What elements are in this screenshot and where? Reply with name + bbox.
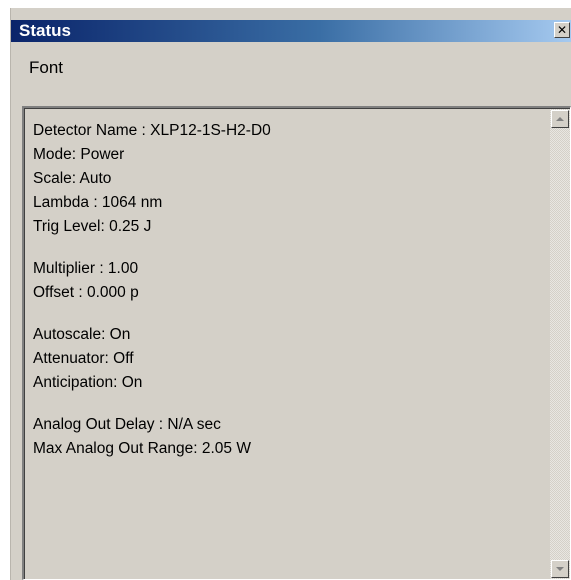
- analog-out-delay-line: Analog Out Delay : N/A sec: [33, 416, 221, 433]
- detector-name-line: Detector Name : XLP12-1S-H2-D0: [33, 122, 271, 139]
- title-bar[interactable]: Status ✕: [11, 20, 571, 42]
- scale-line: Scale: Auto: [33, 170, 112, 187]
- status-text-panel: Detector Name : XLP12-1S-H2-D0 Mode: Pow…: [22, 106, 571, 580]
- status-lines: Detector Name : XLP12-1S-H2-D0 Mode: Pow…: [33, 119, 533, 461]
- vertical-scrollbar[interactable]: [550, 109, 570, 579]
- scroll-up-arrow-icon: [556, 117, 564, 121]
- attenuator-line: Attenuator: Off: [33, 350, 134, 367]
- offset-line: Offset : 0.000 p: [33, 284, 139, 301]
- scroll-down-button[interactable]: [551, 560, 569, 578]
- lambda-line: Lambda : 1064 nm: [33, 194, 163, 211]
- anticipation-line: Anticipation: On: [33, 374, 143, 391]
- scroll-up-button[interactable]: [551, 110, 569, 128]
- close-icon: ✕: [556, 23, 568, 37]
- trig-level-line: Trig Level: 0.25 J: [33, 218, 152, 235]
- status-window: Status ✕ Font Detector Name : XLP12-1S-H…: [10, 8, 571, 580]
- menu-bar: Font: [11, 42, 571, 77]
- window-title: Status: [19, 21, 71, 40]
- mode-line: Mode: Power: [33, 146, 125, 163]
- max-analog-out-range-line: Max Analog Out Range: 2.05 W: [33, 440, 251, 457]
- menu-item-font[interactable]: Font: [29, 58, 63, 78]
- close-button[interactable]: ✕: [554, 22, 570, 38]
- multiplier-line: Multiplier : 1.00: [33, 260, 139, 277]
- scroll-down-arrow-icon: [556, 567, 564, 571]
- autoscale-line: Autoscale: On: [33, 326, 131, 343]
